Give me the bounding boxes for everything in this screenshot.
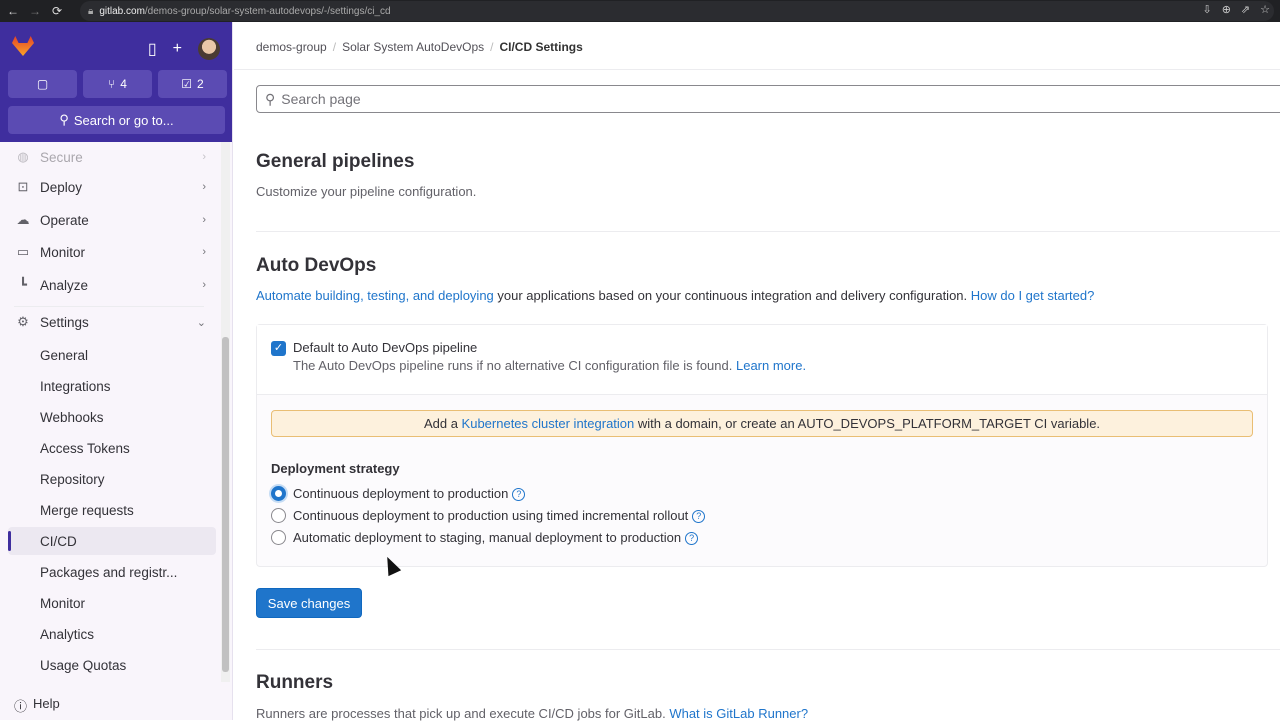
search-button[interactable]: ⚲ Search or go to... — [8, 106, 225, 134]
sidebar-item-settings[interactable]: ⚙ Settings ⌄ — [8, 308, 216, 336]
auto-devops-panel: ✓ Default to Auto DevOps pipeline The Au… — [256, 324, 1268, 567]
sidebar-item-repository[interactable]: Repository — [8, 465, 216, 493]
sidebar-item-integrations[interactable]: Integrations — [8, 372, 216, 400]
sidebar-item-analyze[interactable]: ┗ Analyze › — [8, 271, 216, 299]
breadcrumb-project[interactable]: Solar System AutoDevOps — [342, 40, 484, 54]
plus-icon[interactable]: + — [173, 40, 182, 58]
todo-icon: ☑ — [181, 77, 193, 91]
chevron-right-icon: › — [202, 279, 206, 291]
general-pipelines-desc: Customize your pipeline configuration. — [256, 184, 477, 199]
sidebar-toggle-icon[interactable]: ▯ — [148, 39, 157, 59]
sidebar-item-cicd[interactable]: CI/CD — [8, 527, 216, 555]
issues-icon: ▢ — [36, 77, 49, 91]
share-icon[interactable]: ⇗ — [1241, 3, 1250, 16]
chart-icon: ┗ — [19, 277, 27, 292]
auto-devops-link[interactable]: Automate building, testing, and deployin… — [256, 288, 494, 303]
help-icon[interactable]: ? — [512, 488, 526, 501]
get-started-link[interactable]: How do I get started? — [971, 288, 1095, 303]
checkbox-label[interactable]: Default to Auto DevOps pipeline — [293, 340, 477, 355]
monitor-icon: ▭ — [16, 244, 30, 259]
search-icon: ⚲ — [59, 112, 69, 127]
breadcrumb-current[interactable]: CI/CD Settings — [499, 40, 582, 54]
auto-devops-title: Auto DevOps — [256, 255, 377, 276]
runners-title: Runners — [256, 672, 334, 693]
sidebar-item-monitor[interactable]: ▭ Monitor › — [8, 238, 216, 266]
merge-requests-button[interactable]: ⑂ 4 — [83, 70, 152, 98]
browser-bar: ← → ⟳ 🔒︎ gitlab.com/demos-group/solar-sys… — [0, 0, 1280, 22]
sidebar-item-analytics[interactable]: Analytics — [8, 620, 216, 648]
avatar[interactable] — [198, 38, 220, 60]
divider — [256, 231, 1280, 232]
zoom-icon[interactable]: ⊕ — [1222, 3, 1231, 16]
sidebar-item-access-tokens[interactable]: Access Tokens — [8, 434, 216, 462]
deployment-strategy-label: Deployment strategy — [271, 461, 400, 476]
issues-button[interactable]: ▢ — [8, 70, 77, 98]
merge-request-icon: ⑂ — [108, 77, 116, 91]
sidebar: ▯ + ▢ ⑂ 4 ☑ 2 ⚲ Search or go to... ◍ Secure › … — [0, 22, 233, 720]
default-auto-devops-checkbox[interactable]: ✓ — [271, 341, 286, 356]
general-pipelines-title: General pipelines — [256, 151, 415, 172]
forward-icon[interactable]: → — [26, 4, 44, 18]
help-icon[interactable]: ? — [685, 532, 699, 545]
todos-button[interactable]: ☑ 2 — [158, 70, 227, 98]
sidebar-item-general[interactable]: General — [8, 341, 216, 369]
main-content: demos-group / Solar System AutoDevOps / CI/C… — [234, 22, 1280, 721]
sidebar-item-merge-requests[interactable]: Merge requests — [8, 496, 216, 524]
sidebar-item-webhooks[interactable]: Webhooks — [8, 403, 216, 431]
breadcrumb: demos-group / Solar System AutoDevOps / CI/C… — [256, 40, 583, 54]
install-icon[interactable]: ⇩ — [1202, 3, 1211, 16]
gitlab-runner-link[interactable]: What is GitLab Runner? — [669, 706, 808, 721]
kubernetes-alert: Add a Kubernetes cluster integration wit… — [271, 410, 1253, 437]
search-icon: ⚲ — [265, 90, 276, 107]
gitlab-logo[interactable] — [12, 36, 34, 56]
gear-icon: ⚙ — [17, 314, 29, 329]
operate-icon: ☁ — [16, 212, 30, 227]
reload-icon[interactable]: ⟳ — [48, 4, 66, 18]
strategy-radio-timed-rollout[interactable] — [271, 508, 286, 523]
star-icon[interactable]: ☆ — [1260, 3, 1270, 16]
help-button[interactable]: ⓘ Help — [14, 696, 60, 715]
help-icon: ⓘ — [14, 699, 28, 714]
deploy-icon: ⊡ — [17, 179, 29, 194]
chevron-right-icon: › — [202, 214, 206, 226]
save-changes-button[interactable]: Save changes — [256, 588, 362, 618]
learn-more-link[interactable]: Learn more. — [736, 358, 806, 373]
kubernetes-link[interactable]: Kubernetes cluster integration — [462, 416, 635, 431]
chevron-down-icon: ⌄ — [196, 316, 206, 329]
shield-icon: ◍ — [17, 149, 29, 164]
strategy-radio-continuous[interactable] — [271, 486, 286, 501]
sidebar-item-deploy[interactable]: ⊡ Deploy › — [8, 173, 216, 201]
sidebar-item-operate[interactable]: ☁ Operate › — [8, 206, 216, 234]
divider — [234, 69, 1280, 70]
divider — [256, 649, 1280, 650]
chevron-right-icon: › — [202, 181, 206, 193]
help-icon[interactable]: ? — [692, 510, 706, 523]
strategy-radio-staging[interactable] — [271, 530, 286, 545]
sidebar-scrollbar[interactable] — [221, 142, 230, 682]
divider — [14, 306, 204, 307]
back-icon[interactable]: ← — [4, 4, 22, 18]
breadcrumb-group[interactable]: demos-group — [256, 40, 327, 54]
chevron-right-icon: › — [202, 246, 206, 258]
sidebar-item-usage-quotas[interactable]: Usage Quotas — [8, 651, 216, 679]
search-page-input[interactable]: ⚲ Search page — [256, 85, 1280, 113]
chevron-right-icon: › — [202, 151, 206, 163]
sidebar-item-secure[interactable]: ◍ Secure › — [8, 143, 216, 171]
address-bar[interactable]: 🔒︎ gitlab.com/demos-group/solar-system-au… — [80, 1, 1274, 21]
sidebar-item-packages[interactable]: Packages and registr... — [8, 558, 216, 586]
lock-icon: 🔒︎ — [88, 5, 94, 17]
sidebar-item-monitor-settings[interactable]: Monitor — [8, 589, 216, 617]
